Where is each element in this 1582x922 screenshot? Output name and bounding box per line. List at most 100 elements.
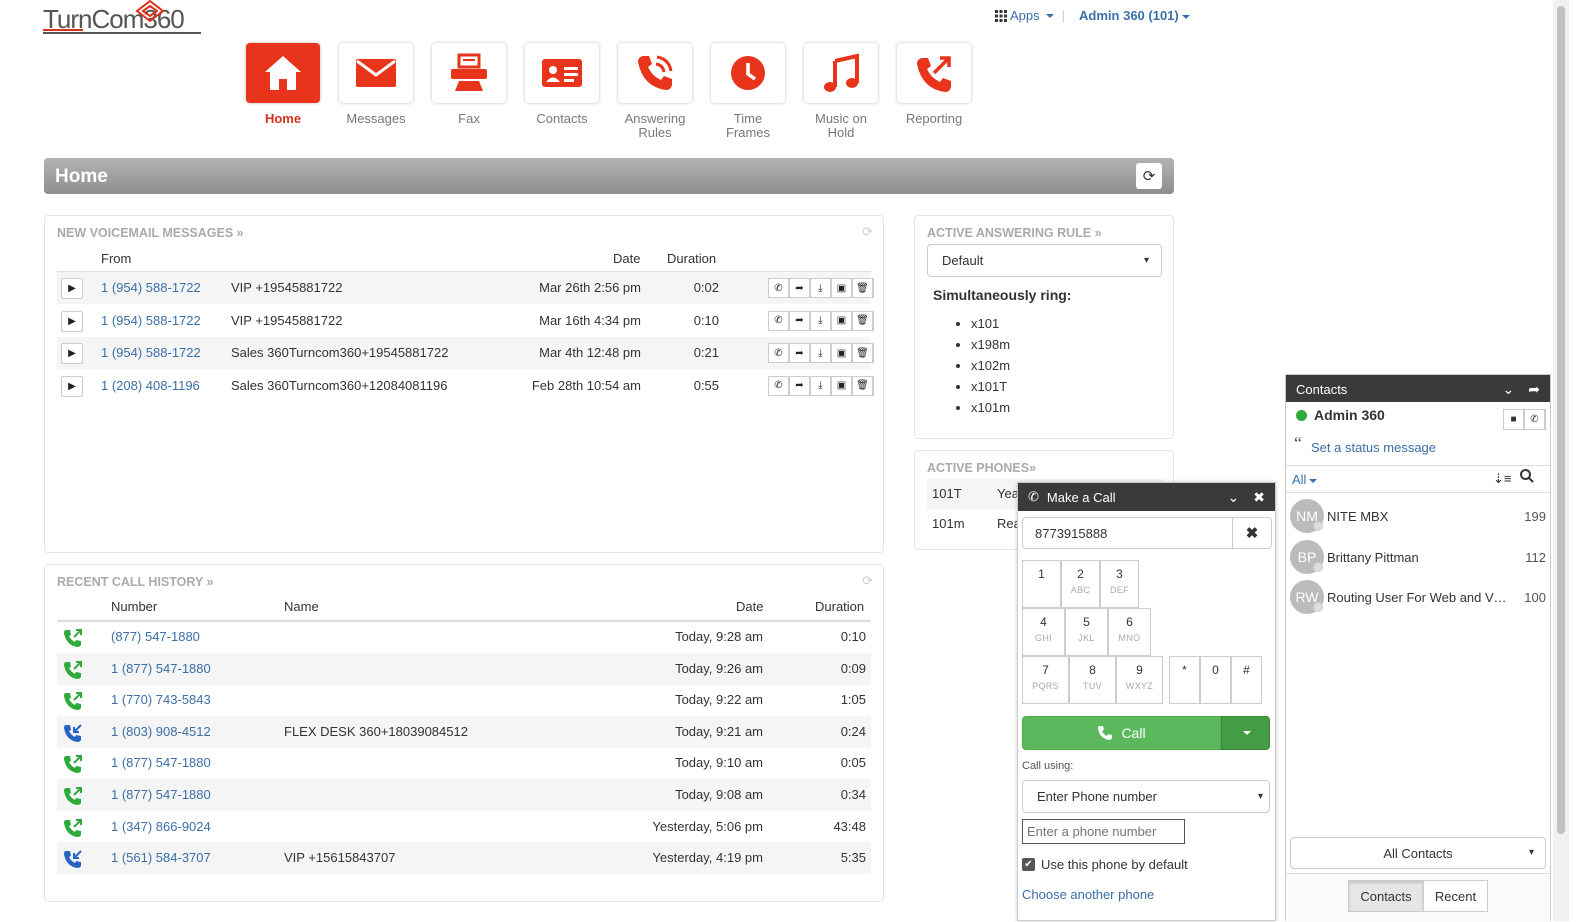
nav-messages[interactable]: Messages <box>339 43 413 140</box>
panel-title[interactable]: ACTIVE ANSWERING RULE » <box>927 226 1102 240</box>
minimize-button[interactable]: ⌄ <box>1503 381 1515 398</box>
dial-digit: * <box>1182 663 1187 677</box>
tab-recent[interactable]: Recent <box>1423 880 1488 912</box>
play-button[interactable]: ▶ <box>61 375 83 397</box>
call-number[interactable]: 1 (347) 866-9024 <box>111 819 211 834</box>
user-menu[interactable]: Admin 360 (101) <box>1079 8 1190 23</box>
dial-key[interactable]: # <box>1231 656 1262 704</box>
forward-button[interactable]: ➦ <box>789 278 811 298</box>
dial-key[interactable]: 6 MNO <box>1108 608 1151 656</box>
call-number[interactable]: 1 (561) 584-3707 <box>111 850 211 865</box>
dial-key[interactable]: 1 <box>1022 560 1061 608</box>
dial-key[interactable]: * <box>1169 656 1200 704</box>
call-date: Today, 9:21 am <box>675 723 763 739</box>
dial-key[interactable]: 7 PQRS <box>1022 656 1069 704</box>
call-back-button[interactable]: ✆ <box>768 278 790 298</box>
page-scrollbar[interactable] <box>1553 0 1569 921</box>
forward-arrow-icon: ➦ <box>789 375 810 396</box>
save-button[interactable]: ▣ <box>831 375 853 396</box>
call-number[interactable]: (877) 547-1880 <box>111 629 200 644</box>
nav-contacts[interactable]: Contacts <box>525 43 599 140</box>
dial-key[interactable]: 0 <box>1200 656 1231 704</box>
filter-dropdown[interactable]: All <box>1292 472 1318 487</box>
nav-reporting[interactable]: Reporting <box>897 43 971 140</box>
rule-select[interactable]: Default <box>927 244 1162 277</box>
save-button[interactable]: ▣ <box>831 310 853 331</box>
forward-button[interactable]: ➦ <box>789 375 811 396</box>
panel-title[interactable]: NEW VOICEMAIL MESSAGES » <box>57 226 244 240</box>
call-back-button[interactable]: ✆ <box>768 375 790 396</box>
delete-button[interactable]: 🗑 <box>852 343 874 363</box>
download-button[interactable]: ⤓ <box>810 375 832 396</box>
apps-menu[interactable]: Apps <box>995 8 1054 23</box>
dial-key[interactable]: 3 DEF <box>1100 560 1139 608</box>
search-icon[interactable] <box>1520 469 1534 483</box>
caller-number[interactable]: 1 (954) 588-1722 <box>101 345 201 360</box>
call-number[interactable]: 1 (877) 547-1880 <box>111 755 211 770</box>
download-button[interactable]: ⤓ <box>810 343 832 363</box>
call-number[interactable]: 1 (770) 743-5843 <box>111 692 211 707</box>
avatar: NM <box>1290 499 1324 533</box>
save-button[interactable]: ▣ <box>831 278 853 298</box>
close-button[interactable]: ✖ <box>1253 489 1265 506</box>
dial-key[interactable]: 2 ABC <box>1061 560 1100 608</box>
download-button[interactable]: ⤓ <box>810 278 832 298</box>
forward-button[interactable]: ➦ <box>789 343 811 363</box>
call-button[interactable]: Call <box>1022 716 1221 750</box>
contact-item[interactable]: NM NITE MBX 199 <box>1286 497 1550 537</box>
dial-key[interactable]: 8 TUV <box>1069 656 1116 704</box>
call-options-toggle[interactable] <box>1221 716 1270 750</box>
contact-scope-select[interactable]: All Contacts <box>1290 837 1546 869</box>
panel-title[interactable]: RECENT CALL HISTORY » <box>57 575 214 589</box>
clear-number-button[interactable]: ✖ <box>1232 517 1272 549</box>
call-back-button[interactable]: ✆ <box>768 310 790 331</box>
play-icon: ▶ <box>68 283 76 294</box>
logo[interactable]: TurnCom360 <box>43 0 205 36</box>
delete-button[interactable]: 🗑 <box>852 375 874 396</box>
delete-button[interactable]: 🗑 <box>852 278 874 298</box>
call-using-select[interactable]: Enter Phone number <box>1022 780 1270 813</box>
play-button[interactable]: ▶ <box>61 278 83 299</box>
popout-button[interactable]: ➦ <box>1528 381 1540 398</box>
video-call-button[interactable]: ■ <box>1503 409 1525 430</box>
caller-number[interactable]: 1 (954) 588-1722 <box>101 280 201 295</box>
tab-contacts[interactable]: Contacts <box>1348 880 1424 912</box>
refresh-icon[interactable]: ⟳ <box>862 224 873 240</box>
dial-key[interactable]: 4 GHI <box>1022 608 1065 656</box>
caller-number[interactable]: 1 (954) 588-1722 <box>101 313 201 328</box>
refresh-button[interactable]: ⟳ <box>1136 163 1162 189</box>
call-number[interactable]: 1 (877) 547-1880 <box>111 661 211 676</box>
nav-music-on-hold[interactable]: Music on Hold <box>804 43 878 140</box>
caller-number[interactable]: 1 (208) 408-1196 <box>101 378 200 393</box>
col-date: Date <box>613 251 641 266</box>
panel-title[interactable]: ACTIVE PHONES» <box>927 461 1036 475</box>
choose-another-phone-link[interactable]: Choose another phone <box>1022 887 1154 902</box>
dial-number-input[interactable] <box>1022 517 1233 549</box>
dial-key[interactable]: 9 WXYZ <box>1116 656 1163 704</box>
forward-button[interactable]: ➦ <box>789 310 811 331</box>
call-back-button[interactable]: ✆ <box>768 343 790 363</box>
default-phone-checkbox[interactable]: ✔ Use this phone by default <box>1022 857 1188 872</box>
save-button[interactable]: ▣ <box>831 343 853 363</box>
nav-answering-rules[interactable]: Answering Rules <box>618 43 692 140</box>
set-status-link[interactable]: Set a status message <box>1311 440 1436 455</box>
phone-icon: ✆ <box>1524 409 1545 430</box>
call-number[interactable]: 1 (803) 908-4512 <box>111 724 211 739</box>
download-button[interactable]: ⤓ <box>810 310 832 331</box>
refresh-icon[interactable]: ⟳ <box>862 573 873 589</box>
delete-button[interactable]: 🗑 <box>852 310 874 331</box>
phone-call-button[interactable]: ✆ <box>1524 409 1546 430</box>
nav-time-frames[interactable]: Time Frames <box>711 43 785 140</box>
contact-item[interactable]: BP Brittany Pittman 112 <box>1286 538 1550 578</box>
contact-item[interactable]: RW Routing User For Web and Vi… 100 <box>1286 578 1550 618</box>
minimize-button[interactable]: ⌄ <box>1228 489 1240 506</box>
dial-letters: ABC <box>1070 585 1091 595</box>
sort-icon[interactable]: ⇣≡ <box>1493 471 1511 487</box>
call-number[interactable]: 1 (877) 547-1880 <box>111 787 211 802</box>
dial-key[interactable]: 5 JKL <box>1065 608 1108 656</box>
nav-fax[interactable]: Fax <box>432 43 506 140</box>
play-button[interactable]: ▶ <box>61 310 83 332</box>
phone-number-input[interactable] <box>1022 819 1185 844</box>
play-button[interactable]: ▶ <box>61 343 83 364</box>
nav-home[interactable]: Home <box>246 43 320 140</box>
